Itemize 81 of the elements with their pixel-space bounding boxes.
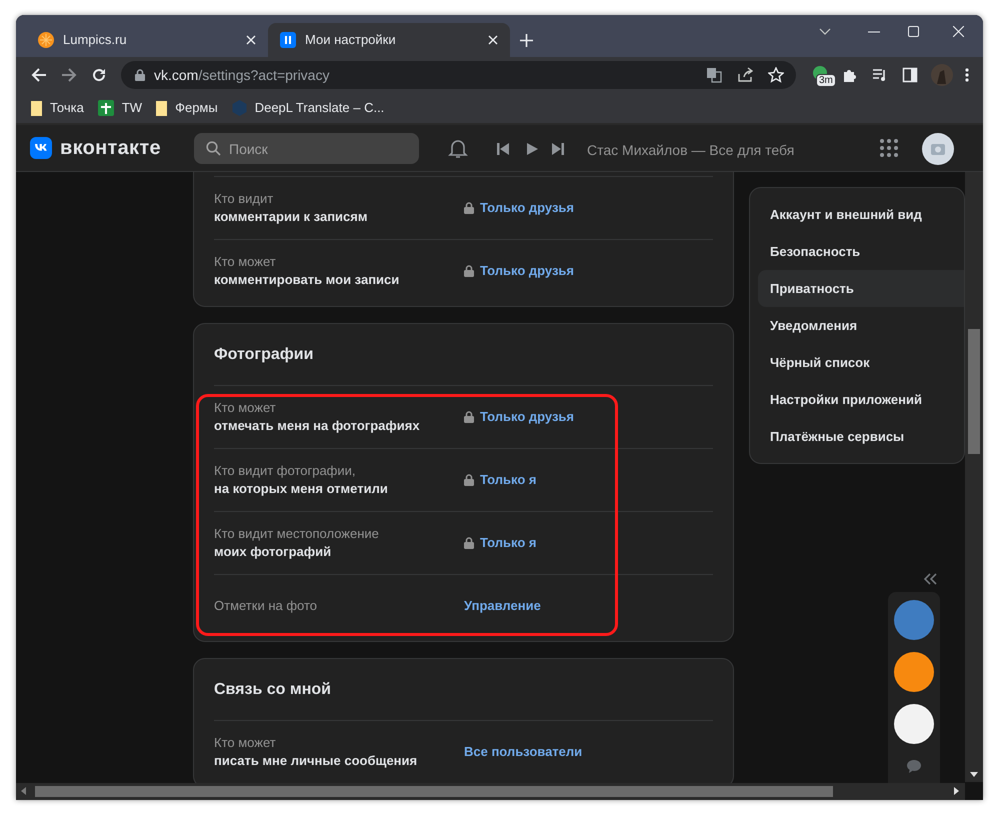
maximize-icon[interactable] <box>908 26 919 37</box>
vk-wordmark[interactable]: вконтакте <box>60 133 161 163</box>
browser-tab[interactable]: Lumpics.ru <box>26 23 268 57</box>
menu-item[interactable]: Уведомления <box>758 307 964 344</box>
privacy-value-link[interactable]: Только я <box>464 533 536 553</box>
collapse-icon[interactable] <box>923 573 937 585</box>
setting-label: Отметки на фото <box>214 597 318 615</box>
lock-icon <box>135 69 145 81</box>
scroll-left-icon[interactable] <box>21 787 26 795</box>
scroll-right-icon[interactable] <box>954 787 959 795</box>
url-text: vk.com/settings?act=privacy <box>154 66 330 85</box>
now-playing-text[interactable]: Стас Михайлов — Все для тебя <box>587 140 794 161</box>
lock-icon[interactable] <box>464 265 474 277</box>
close-icon[interactable] <box>953 26 964 37</box>
close-icon[interactable] <box>488 35 498 45</box>
translate-icon[interactable] <box>706 67 722 83</box>
privacy-value-link[interactable]: Управление <box>464 596 541 616</box>
setting-label: Кто видит комментарии к записям <box>214 190 368 226</box>
setting-label: Кто видит местоположение моих фотографий <box>214 525 380 561</box>
folder-icon[interactable] <box>31 100 42 116</box>
fruit-slice-icon[interactable] <box>38 32 54 48</box>
setting-label: Кто может писать мне личные сообщения <box>214 734 418 770</box>
bookmark[interactable]: DeepL Translate – C... <box>232 98 384 118</box>
menu-item[interactable]: Аккаунт и внешний вид <box>758 196 964 233</box>
search-field[interactable]: Поиск <box>194 133 419 164</box>
menu-item[interactable]: Настройки приложений <box>758 381 964 418</box>
bookmark[interactable]: Точка <box>31 98 84 118</box>
vk-logo-icon[interactable] <box>30 137 52 159</box>
apps-grid-icon[interactable] <box>880 139 898 157</box>
vertical-scrollbar[interactable] <box>965 172 983 782</box>
search-icon <box>206 141 221 156</box>
spreadsheet-icon[interactable] <box>98 100 114 116</box>
bookmark[interactable]: Фермы <box>156 98 218 118</box>
scrollbar-thumb[interactable] <box>35 786 833 797</box>
privacy-value-link[interactable]: Только я <box>464 470 536 490</box>
chat-avatar[interactable] <box>894 652 934 692</box>
privacy-value-link[interactable]: Только друзья <box>464 261 574 281</box>
scroll-down-icon[interactable] <box>970 772 978 777</box>
lock-icon[interactable] <box>464 474 474 486</box>
menu-item[interactable]: Платёжные сервисы <box>758 418 964 455</box>
extension-badge: 3m <box>816 74 836 87</box>
play-icon[interactable] <box>526 143 538 155</box>
section-title: Фотографии <box>214 344 314 364</box>
camera-avatar-icon[interactable] <box>922 133 954 165</box>
lock-icon[interactable] <box>464 411 474 423</box>
horizontal-scrollbar[interactable] <box>16 783 965 800</box>
back-icon[interactable] <box>31 67 47 83</box>
menu-item[interactable]: Чёрный список <box>758 344 964 381</box>
lock-icon[interactable] <box>464 202 474 214</box>
scrollbar-thumb[interactable] <box>968 329 980 454</box>
forward-icon[interactable] <box>61 67 77 83</box>
share-icon[interactable] <box>737 67 753 83</box>
next-track-icon[interactable] <box>552 143 564 155</box>
section-title: Связь со мной <box>214 680 332 700</box>
browser-tab[interactable]: Мои настройки <box>268 23 510 57</box>
menu-item[interactable]: Безопасность <box>758 233 964 270</box>
close-icon[interactable] <box>246 35 256 45</box>
bookmark[interactable]: TW <box>98 98 142 118</box>
playlist-icon[interactable] <box>872 67 888 83</box>
minimize-icon[interactable] <box>868 31 880 33</box>
new-tab-icon[interactable] <box>520 34 533 47</box>
previous-track-icon[interactable] <box>497 143 509 155</box>
menu-item[interactable]: Приватность <box>758 270 964 307</box>
tab-search-icon[interactable] <box>819 28 831 35</box>
bell-icon[interactable] <box>448 138 468 159</box>
setting-label: Кто может отмечать меня на фотографиях <box>214 399 421 435</box>
setting-label: Кто может комментировать мои записи <box>214 253 400 289</box>
star-icon[interactable] <box>768 67 784 83</box>
address-bar[interactable]: vk.com/settings?act=privacy <box>121 61 796 89</box>
privacy-value-link[interactable]: Только друзья <box>464 198 574 218</box>
chat-bubble-icon[interactable] <box>907 760 921 773</box>
privacy-value-link[interactable]: Все пользователи <box>464 742 582 762</box>
reload-icon[interactable] <box>91 67 107 83</box>
privacy-value-link[interactable]: Только друзья <box>464 407 574 427</box>
chat-avatar[interactable] <box>894 704 934 744</box>
puzzle-icon[interactable] <box>842 67 858 83</box>
menu-icon[interactable] <box>965 67 969 83</box>
side-panel-icon[interactable] <box>902 67 918 83</box>
lock-icon[interactable] <box>464 537 474 549</box>
folder-icon[interactable] <box>156 100 168 116</box>
setting-label: Кто видит фотографии, на которых меня отметили <box>214 462 389 498</box>
